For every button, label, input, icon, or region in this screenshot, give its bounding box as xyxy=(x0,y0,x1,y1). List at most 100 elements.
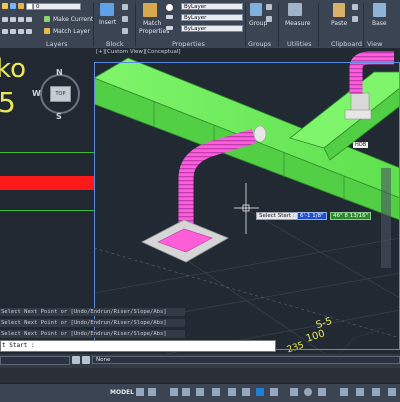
layers-panel-title[interactable]: Layers xyxy=(46,40,68,48)
layer-tool-icon-4[interactable] xyxy=(26,17,32,22)
group-button[interactable]: Group xyxy=(249,20,267,27)
properties-panel-title[interactable]: Properties xyxy=(172,40,205,48)
isodraft-icon[interactable] xyxy=(196,388,204,396)
annotation-scale-icon[interactable] xyxy=(256,388,264,396)
block-create-icon[interactable] xyxy=(122,4,128,10)
cut-icon[interactable] xyxy=(352,16,358,22)
add-icon[interactable] xyxy=(318,388,326,396)
ribbon: 0 Make Current Match Layer Layers Insert… xyxy=(0,0,400,49)
dynamic-input-length[interactable]: 6'-1 1/8" xyxy=(297,212,327,220)
layer-tool-icon-6[interactable] xyxy=(10,29,16,34)
lineweight-dropdown[interactable]: ByLayer xyxy=(181,25,243,32)
duct-tag: HOB xyxy=(353,142,369,148)
red-band xyxy=(0,176,94,190)
snap-toggle-icon[interactable] xyxy=(148,388,156,396)
workspace-icon[interactable] xyxy=(290,388,298,396)
dynamic-input-angle[interactable]: 46° 8 13/16" xyxy=(330,212,372,220)
make-current-icon xyxy=(44,16,50,22)
command-history-line: Select Next Point or [Undo/Endrun/Riser/… xyxy=(0,319,185,327)
object-track-icon[interactable] xyxy=(212,388,220,396)
block-panel-title[interactable]: Block xyxy=(106,40,124,48)
clear-icon[interactable] xyxy=(72,356,80,364)
color-dropdown[interactable]: ByLayer xyxy=(181,3,243,10)
viewport-label[interactable]: [+][Custom View][Conceptual] xyxy=(96,49,181,55)
isolate-objects-icon[interactable] xyxy=(340,388,348,396)
polar-toggle-icon[interactable] xyxy=(182,388,190,396)
match-properties-button-line2[interactable]: Properties xyxy=(139,28,169,35)
bottom-left-dropdown[interactable] xyxy=(0,356,70,365)
view-panel-title[interactable]: View xyxy=(367,40,382,48)
ortho-toggle-icon[interactable] xyxy=(170,388,178,396)
green-line xyxy=(0,210,94,211)
filter-icon[interactable] xyxy=(82,356,90,364)
measure-button[interactable]: Measure xyxy=(285,20,311,27)
linetype-dropdown[interactable]: ByLayer xyxy=(181,14,243,21)
clipboard-panel-title[interactable]: Clipboard xyxy=(331,40,362,48)
layer-lock-icon[interactable] xyxy=(18,3,24,9)
utilities-panel-title[interactable]: Utilities xyxy=(287,40,311,48)
green-line xyxy=(0,152,94,153)
customization-menu-icon[interactable] xyxy=(388,388,396,396)
match-layer-icon xyxy=(44,28,50,34)
separator xyxy=(93,3,94,47)
group-edit-icon[interactable] xyxy=(266,16,272,22)
color-swatch-icon xyxy=(166,4,173,11)
command-history: Select Next Point or [Undo/Endrun/Riser/… xyxy=(0,308,186,340)
layer-name: 0 xyxy=(36,4,40,10)
bottom-toolbar: None xyxy=(0,354,400,368)
match-properties-button[interactable]: Match xyxy=(143,20,161,27)
layer-tool-icon-5[interactable] xyxy=(2,29,8,34)
clean-screen-icon[interactable] xyxy=(372,388,380,396)
separator xyxy=(245,3,246,47)
hardware-acceleration-icon[interactable] xyxy=(356,388,364,396)
viewcube-top-label: TOP xyxy=(55,91,66,97)
crosshair-cursor xyxy=(234,183,259,234)
drawing-text-5: 5 xyxy=(0,86,16,119)
color-value: ByLayer xyxy=(184,4,207,10)
layer-tool-icon-1[interactable] xyxy=(2,17,8,22)
insert-icon xyxy=(100,3,114,16)
layer-tool-icon-8[interactable] xyxy=(26,29,32,34)
layer-freeze-icon[interactable] xyxy=(10,3,16,9)
settings-gear-icon[interactable] xyxy=(304,388,312,396)
compass-north-label: N xyxy=(56,68,63,77)
filter-value: None xyxy=(96,357,111,363)
grid-toggle-icon[interactable] xyxy=(136,388,144,396)
layer-tool-icon-7[interactable] xyxy=(18,29,24,34)
filter-dropdown[interactable]: None xyxy=(92,356,400,364)
layer-tool-icon-2[interactable] xyxy=(10,17,16,22)
command-history-line: Select Next Point or [Undo/Endrun/Riser/… xyxy=(0,330,185,338)
ungroup-icon[interactable] xyxy=(266,4,272,10)
layer-tool-icon-3[interactable] xyxy=(18,17,24,22)
annotation-visibility-icon[interactable] xyxy=(270,388,278,396)
linetype-icon xyxy=(166,15,173,19)
base-button[interactable]: Base xyxy=(372,20,387,27)
measure-icon xyxy=(288,3,302,16)
base-icon xyxy=(373,3,386,17)
viewcube[interactable]: TOP xyxy=(50,86,71,102)
separator xyxy=(318,3,319,47)
layer-state-icon[interactable] xyxy=(2,3,8,9)
block-attribute-icon[interactable] xyxy=(122,28,128,34)
status-bar: MODEL xyxy=(0,383,400,402)
match-properties-icon xyxy=(143,3,157,17)
linetype-value: ByLayer xyxy=(184,15,207,21)
paste-icon xyxy=(333,3,345,17)
osnap-icon[interactable] xyxy=(228,388,236,396)
paste-button[interactable]: Paste xyxy=(331,20,347,27)
layer-color-icon[interactable] xyxy=(26,3,33,10)
lineweight-value: ByLayer xyxy=(184,26,207,32)
command-line-input[interactable]: t Start : xyxy=(0,340,276,352)
insert-button[interactable]: Insert xyxy=(99,19,116,26)
make-current-button[interactable]: Make Current xyxy=(53,16,93,23)
match-layer-button[interactable]: Match Layer xyxy=(53,28,90,35)
copy-icon[interactable] xyxy=(352,4,358,10)
command-prompt-text: t Start : xyxy=(2,342,35,349)
command-history-line: Select Next Point or [Undo/Endrun/Riser/… xyxy=(0,308,185,316)
model-space-toggle[interactable]: MODEL xyxy=(110,389,134,396)
block-edit-icon[interactable] xyxy=(122,16,128,22)
compass-west-label: W xyxy=(32,89,41,98)
lineweight-toggle-icon[interactable] xyxy=(242,388,250,396)
layer-dropdown[interactable]: 0 xyxy=(33,3,81,10)
groups-panel-title[interactable]: Groups xyxy=(248,40,271,48)
